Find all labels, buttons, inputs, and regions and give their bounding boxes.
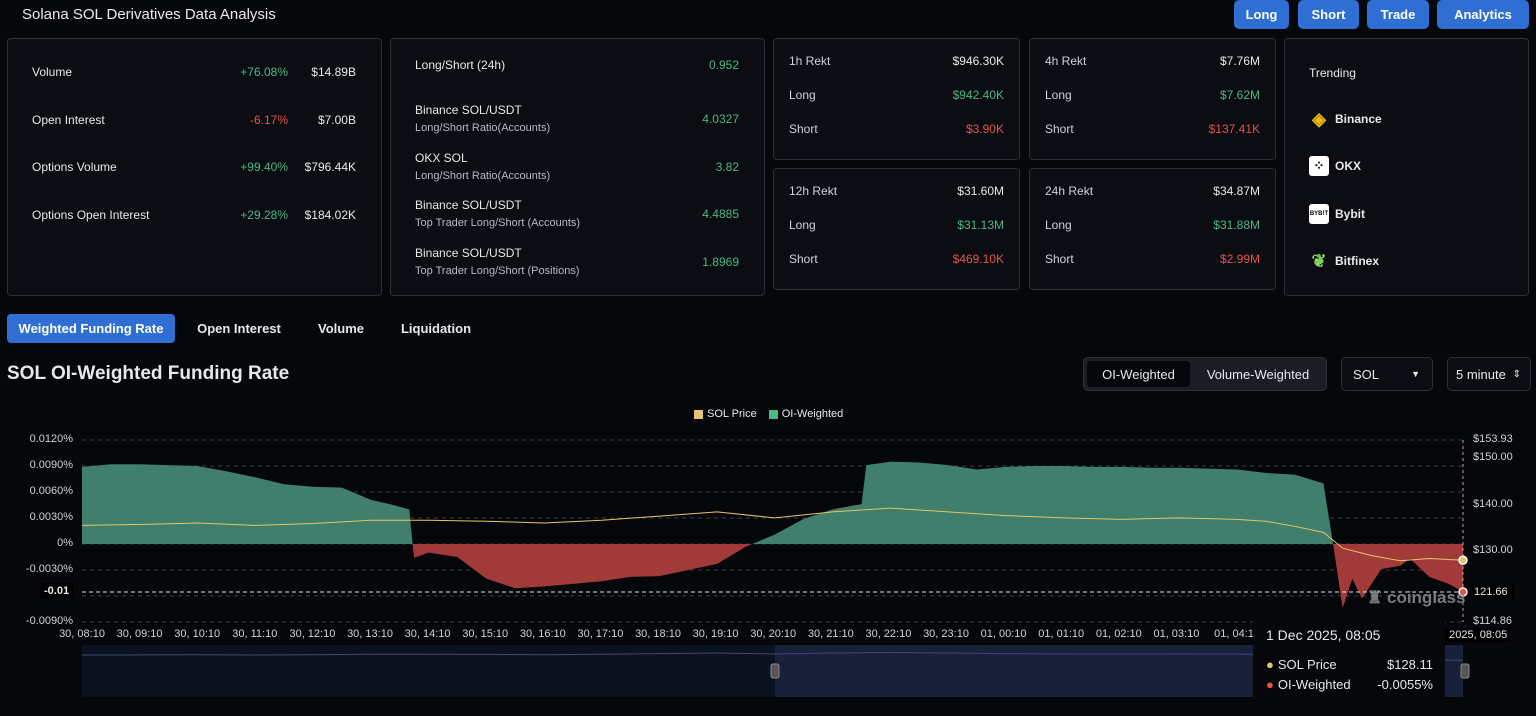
watermark-text: coinglass [1386,588,1466,607]
y-right-tick: $130.00 [1473,544,1513,557]
x-tick: 30, 12:10 [289,628,336,640]
y-left-tick: 0% [57,537,73,549]
y-right-tick: $140.00 [1473,497,1513,510]
x-tick: 30, 08:10 [59,628,105,640]
x-tick: 01, 00:10 [980,628,1027,640]
tooltip-row-oi: ● OI-Weighted -0.0055% [1266,677,1433,692]
crosshair-y-left-label: -0.01 [40,583,74,599]
x-tick: 30, 11:10 [232,628,278,640]
y-left-tick: -0.0090% [25,615,73,627]
y-right-tick: $153.93 [1473,433,1513,445]
x-tick: 30, 10:10 [174,628,221,640]
funding-rate-chart[interactable] [0,0,1536,716]
x-tick: 30, 19:10 [692,628,739,640]
coinglass-watermark: ♜ coinglass [1367,588,1465,608]
tooltip-row-price: ● SOL Price $128.11 [1266,657,1433,672]
tooltip-value: -0.0055% [1377,677,1433,692]
x-tick: 30, 13:10 [347,628,393,640]
crosshair-x-label: : 2025, 08:05 [1440,628,1511,642]
tooltip-time: 1 Dec 2025, 08:05 [1266,627,1381,643]
x-tick: 30, 20:10 [750,628,797,640]
x-tick: 30, 16:10 [519,628,566,640]
y-left-tick: 0.0030% [29,511,73,523]
coinglass-logo-icon: ♜ [1367,588,1383,607]
x-tick: 30, 23:10 [923,628,969,640]
x-tick: 30, 22:10 [865,628,912,640]
y-left-tick: 0.0120% [29,433,73,445]
x-tick: 01, 04:1 [1214,628,1254,640]
y-left-tick: -0.0030% [25,563,73,575]
navigator-handle-right[interactable] [1460,663,1470,679]
x-tick: 30, 09:10 [116,628,163,640]
y-right-tick: $114.86 [1473,615,1512,627]
navigator-handle-left[interactable] [770,663,780,679]
oi-weighted-positive-area [82,461,1463,544]
x-tick: 30, 15:10 [462,628,509,640]
x-tick: 01, 03:10 [1153,628,1200,640]
crosshair-y-right-label: 121.66 [1468,584,1514,600]
x-tick: 01, 01:10 [1038,628,1085,640]
dot-icon: ● [1266,677,1274,692]
tooltip-label: SOL Price [1277,657,1337,672]
chart-tooltip: 1 Dec 2025, 08:05 ● SOL Price $128.11 ● OI-… [1253,620,1445,710]
y-left-tick: 0.0090% [29,459,73,471]
x-tick: 30, 18:10 [635,628,681,640]
x-tick: 30, 21:10 [807,628,854,640]
tooltip-label: OI-Weighted [1277,677,1351,692]
price-hover-dot [1458,555,1468,566]
x-tick: 30, 17:10 [577,628,624,640]
x-tick: 01, 02:10 [1095,628,1142,640]
tooltip-value: $128.11 [1386,657,1433,672]
y-left-tick: 0.0060% [29,485,73,497]
dot-icon: ● [1266,657,1274,672]
y-right-tick: $150.00 [1473,451,1513,464]
x-tick: 30, 14:10 [404,628,451,640]
